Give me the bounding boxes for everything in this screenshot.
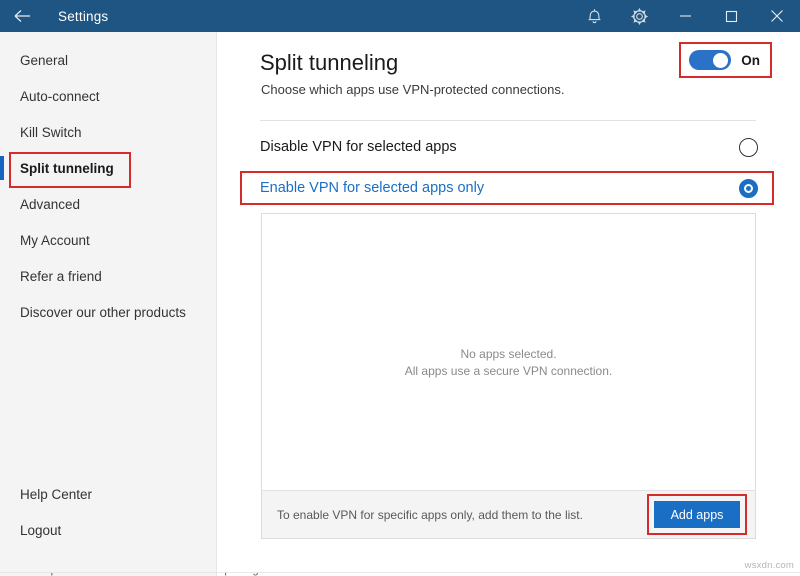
sidebar-item-my-account[interactable]: My Account	[0, 222, 217, 258]
toggle-switch-knob	[713, 53, 728, 68]
maximize-icon	[725, 10, 738, 23]
app-list-panel: No apps selected. All apps use a secure …	[261, 213, 756, 539]
option-enable-vpn-selected-apps-only[interactable]: Enable VPN for selected apps only	[240, 171, 774, 205]
radio-button-enable-vpn[interactable]	[739, 179, 758, 198]
header-divider	[260, 120, 756, 121]
sidebar-item-logout[interactable]: Logout	[0, 512, 217, 548]
add-apps-highlight-box: Add apps	[647, 494, 747, 535]
sidebar-item-help-center[interactable]: Help Center	[0, 476, 217, 512]
sidebar-item-label: Logout	[20, 523, 61, 538]
option-label: Disable VPN for selected apps	[260, 139, 457, 155]
sidebar-item-label: Auto-connect	[20, 89, 100, 104]
option-disable-vpn-selected-apps[interactable]: Disable VPN for selected apps	[240, 130, 774, 164]
sidebar-item-auto-connect[interactable]: Auto-connect	[0, 78, 217, 114]
back-button[interactable]	[0, 0, 46, 32]
bell-icon	[586, 7, 603, 25]
radio-button-disable-vpn[interactable]	[739, 138, 758, 157]
add-apps-button[interactable]: Add apps	[654, 501, 740, 528]
sidebar-nav-top: General Auto-connect Kill Switch Split t…	[0, 42, 217, 330]
minimize-icon	[679, 10, 692, 22]
title-bar: Settings	[0, 0, 800, 32]
sidebar-item-discover-products[interactable]: Discover our other products	[0, 294, 217, 330]
settings-gear-button[interactable]	[617, 0, 662, 32]
sidebar: General Auto-connect Kill Switch Split t…	[0, 32, 217, 576]
sidebar-item-advanced[interactable]: Advanced	[0, 186, 217, 222]
sidebar-item-label: Advanced	[20, 197, 80, 212]
sidebar-item-label: General	[20, 53, 68, 68]
sidebar-item-kill-switch[interactable]: Kill Switch	[0, 114, 217, 150]
sidebar-item-label: Kill Switch	[20, 125, 82, 140]
app-window: Settings	[0, 0, 800, 576]
footer-hint-text: To enable VPN for specific apps only, ad…	[277, 508, 583, 522]
sidebar-item-label: Split tunneling	[20, 161, 114, 176]
gear-icon	[630, 7, 649, 26]
app-list-footer: To enable VPN for specific apps only, ad…	[262, 490, 755, 538]
sidebar-item-label: Refer a friend	[20, 269, 102, 284]
sidebar-item-label: My Account	[20, 233, 90, 248]
page-subtitle: Choose which apps use VPN-protected conn…	[261, 82, 565, 97]
window-title: Settings	[58, 9, 108, 24]
back-arrow-icon	[14, 9, 32, 23]
sidebar-item-label: Help Center	[20, 487, 92, 502]
notifications-button[interactable]	[572, 0, 617, 32]
maximize-button[interactable]	[708, 0, 754, 32]
close-icon	[770, 9, 784, 23]
empty-state-line-1: No apps selected.	[460, 347, 556, 361]
empty-state-line-2: All apps use a secure VPN connection.	[405, 364, 612, 378]
sidebar-item-label: Discover our other products	[20, 305, 186, 320]
minimize-button[interactable]	[662, 0, 708, 32]
page-title: Split tunneling	[260, 50, 398, 76]
watermark: wsxdn.com	[745, 560, 794, 571]
main-content: Split tunneling Choose which apps use VP…	[218, 32, 800, 576]
split-tunneling-toggle[interactable]: On	[679, 42, 772, 78]
sidebar-item-refer-a-friend[interactable]: Refer a friend	[0, 258, 217, 294]
sidebar-item-general[interactable]: General	[0, 42, 217, 78]
app-list-empty-state: No apps selected. All apps use a secure …	[262, 214, 755, 510]
toggle-switch-track[interactable]	[689, 50, 731, 70]
sidebar-nav-bottom: Help Center Logout	[0, 476, 217, 548]
close-button[interactable]	[754, 0, 800, 32]
sidebar-item-split-tunneling[interactable]: Split tunneling	[0, 150, 217, 186]
option-label: Enable VPN for selected apps only	[260, 180, 484, 196]
toggle-state-label: On	[741, 53, 760, 68]
